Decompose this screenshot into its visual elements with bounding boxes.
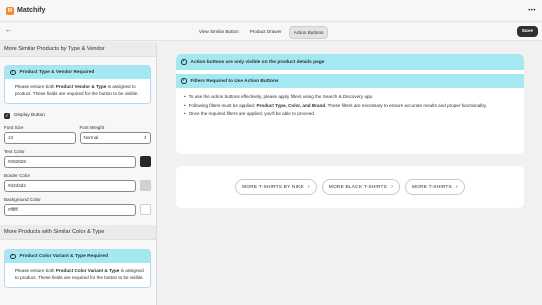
alert-bullet: Following filters must be applied: Produ… (184, 102, 516, 111)
alert-bullet: Once the required filters are applied, y… (184, 110, 516, 119)
more-by-color-button[interactable]: MORE BLACK T-SHIRTS › (321, 179, 400, 195)
font-weight-select[interactable]: Normal ⇕ (79, 131, 151, 144)
info-icon: i (181, 59, 187, 65)
text-color-input[interactable]: #282828 (4, 155, 136, 168)
more-by-vendor-button[interactable]: MORE T-SHIRTS BY NIKE › (235, 179, 317, 195)
tab-view-similar-button[interactable]: View Similar Button (195, 26, 243, 39)
app-title: Matchify (17, 7, 46, 14)
section-title-type-vendor: More Similar Products by Type & Vendor (0, 42, 156, 57)
tab-action-buttons[interactable]: Action Buttons (288, 26, 329, 39)
banner-text: Please ensure both Product Color Variant… (5, 262, 150, 287)
font-weight-label: Font Weight (79, 124, 105, 130)
banner-title: Product Type & Vendor Required (19, 70, 95, 75)
display-button-row: ✓ Display Button (4, 112, 151, 119)
save-button[interactable]: Save (516, 26, 538, 37)
background-color-input[interactable]: #ffffff (4, 203, 136, 216)
tab-product-drawer[interactable]: Product Drawer (246, 26, 286, 39)
display-button-checkbox[interactable]: ✓ (4, 112, 10, 119)
chevron-right-icon: › (391, 184, 393, 190)
filters-alert: i Filters Required to Use Action Buttons… (176, 74, 524, 124)
visibility-note: i Action buttons are only visible on the… (176, 54, 524, 70)
tab-group: View Similar Button Product Drawer Actio… (195, 26, 329, 39)
toolbar: ← View Similar Button Product Drawer Act… (0, 23, 542, 41)
info-banner-type-vendor: i Product Type & Vendor Required Please … (4, 65, 151, 104)
info-icon: i (181, 78, 187, 84)
text-color-label: Text Color (4, 148, 25, 154)
alert-bullet: To use the action buttons effectively, p… (184, 93, 516, 102)
info-banner-color-type: i Product Color Variant & Type Required … (4, 248, 151, 288)
info-icon: i (10, 69, 16, 76)
chevron-right-icon: › (307, 184, 310, 190)
back-arrow-icon[interactable]: ← (5, 27, 12, 34)
app-logo: M (6, 6, 14, 15)
font-size-input[interactable]: 13 (4, 131, 76, 144)
settings-panel: More Similar Products by Type & Vendor i… (0, 42, 157, 305)
chevron-right-icon: › (455, 184, 458, 190)
background-color-swatch[interactable] (140, 204, 151, 216)
background-color-label: Background Color (4, 196, 41, 202)
display-button-label: Display Button (14, 113, 45, 119)
font-size-label: Font Size (4, 124, 24, 130)
chevron-updown-icon: ⇕ (143, 135, 147, 141)
border-color-label: Border Color (4, 172, 31, 178)
preview-area: i Action buttons are only visible on the… (158, 42, 542, 305)
section-title-color-type: More Products with Similar Color & Type (0, 224, 156, 240)
border-color-swatch[interactable] (140, 180, 151, 192)
alert-title: Filters Required to Use Action Buttons (190, 78, 279, 84)
app-bar: M Matchify ••• (0, 0, 542, 22)
border-color-input[interactable]: #d2d2d2 (4, 179, 136, 192)
more-horizontal-icon[interactable]: ••• (528, 8, 536, 14)
info-icon: i (10, 253, 16, 260)
banner-title: Product Color Variant & Type Required (19, 253, 108, 259)
text-color-swatch[interactable] (140, 156, 151, 168)
action-buttons-preview: MORE T-SHIRTS BY NIKE › MORE BLACK T-SHIR… (176, 166, 524, 208)
banner-text: Please ensure both Product Vendor & Type… (5, 79, 150, 103)
more-by-type-button[interactable]: MORE T-SHIRTS › (404, 179, 465, 195)
notice-card: i Action buttons are only visible on the… (176, 54, 524, 154)
